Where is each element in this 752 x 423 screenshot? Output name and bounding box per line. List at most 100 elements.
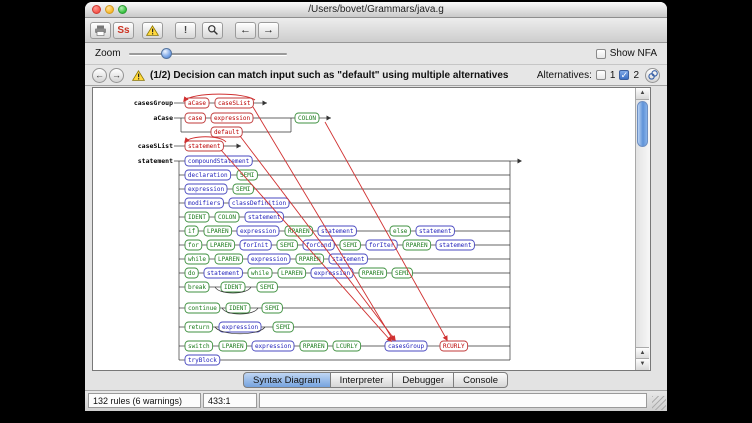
back-button[interactable]: ← [235,22,256,39]
svg-text:expression: expression [240,228,277,235]
svg-text:expression: expression [255,343,292,350]
svg-text:SEMI: SEMI [260,284,275,291]
forward-button[interactable]: → [258,22,279,39]
alternative-1-label: 1 [610,70,616,81]
svg-text:statement: statement [321,228,354,235]
printer-icon [94,25,107,36]
alternative-2-label: 2 [633,70,639,81]
svg-text:switch: switch [188,343,210,350]
svg-text:statement: statement [138,157,173,165]
svg-text:forInit: forInit [243,242,269,249]
svg-text:caseSList: caseSList [218,100,251,107]
svg-text:declaration: declaration [188,172,228,179]
link-button[interactable] [645,68,660,83]
tab-syntax-diagram[interactable]: Syntax Diagram [243,372,331,388]
svg-text:LCURLY: LCURLY [336,343,358,350]
svg-text:RCURLY: RCURLY [443,343,465,350]
vertical-scrollbar[interactable]: ▲ ▲ ▼ [635,88,650,370]
svg-text:LPAREN: LPAREN [281,270,303,277]
svg-text:forCond: forCond [306,242,332,249]
print-button[interactable] [90,22,111,39]
show-nfa-label: Show NFA [610,48,657,59]
scrollbar-thumb[interactable] [637,101,648,147]
warning-bar: ← → (1/2) Decision can match input such … [85,65,667,86]
title-bar[interactable]: /Users/bovet/Grammars/java.g [85,2,667,18]
syntax-diagram: aCasecaseSListcaseexpressionCOLONdefault… [95,90,637,368]
alternative-2-checkbox[interactable]: ✓ [619,70,629,80]
scroll-up-arrow[interactable]: ▲ [636,88,649,100]
svg-text:tryBlock: tryBlock [188,357,217,364]
show-nfa-group: Show NFA [596,48,657,59]
tab-debugger[interactable]: Debugger [392,372,454,388]
svg-text:LPAREN: LPAREN [210,242,232,249]
svg-text:IDENT: IDENT [224,284,242,291]
svg-text:COLON: COLON [298,115,316,122]
svg-text:statement: statement [332,256,365,263]
check-grammar-button[interactable] [142,22,163,39]
warning-icon [132,70,145,81]
alternatives-label: Alternatives: [537,70,592,81]
debug-button[interactable]: ! [175,22,196,39]
svg-text:IDENT: IDENT [229,305,247,312]
warning-icon [146,25,159,36]
zoom-slider[interactable] [129,48,287,60]
svg-text:for: for [188,242,199,249]
svg-text:casesGroup: casesGroup [134,99,173,107]
svg-text:classDefinition: classDefinition [232,200,287,207]
svg-text:LPAREN: LPAREN [222,343,244,350]
tab-interpreter[interactable]: Interpreter [330,372,394,388]
status-message-field [259,393,647,408]
svg-text:COLON: COLON [218,214,236,221]
svg-text:case: case [188,115,203,122]
svg-text:RPAREN: RPAREN [303,343,325,350]
antlrworks-window: /Users/bovet/Grammars/java.g Ss ! ← → Zo… [85,2,667,411]
svg-text:while: while [251,270,269,277]
svg-text:SEMI: SEMI [280,242,295,249]
resize-grip[interactable] [652,396,666,410]
window-controls [92,5,127,14]
syntax-color-button[interactable]: Ss [113,22,134,39]
svg-text:SEMI: SEMI [236,186,251,193]
svg-text:statement: statement [419,228,452,235]
svg-text:LPAREN: LPAREN [218,256,240,263]
alternatives-group: Alternatives: 1 ✓ 2 [537,68,660,83]
svg-text:break: break [188,284,206,291]
magnifier-icon [207,24,219,36]
svg-text:SEMI: SEMI [265,305,280,312]
svg-text:expression: expression [251,256,288,263]
svg-text:modifiers: modifiers [188,200,221,207]
svg-text:LPAREN: LPAREN [207,228,229,235]
close-button[interactable] [92,5,101,14]
svg-text:statement: statement [188,143,221,150]
scroll-down-arrow[interactable]: ▼ [636,358,649,370]
svg-text:continue: continue [188,305,217,312]
svg-text:caseSList: caseSList [138,142,173,150]
next-warning-button[interactable]: → [109,68,124,83]
zoom-bar: Zoom Show NFA [85,43,667,65]
svg-text:casesGroup: casesGroup [388,343,425,350]
svg-text:SEMI: SEMI [343,242,358,249]
show-nfa-checkbox[interactable] [596,49,606,59]
svg-text:if: if [188,228,196,235]
svg-text:while: while [188,256,206,263]
view-tabs: Syntax DiagramInterpreterDebuggerConsole [85,371,667,389]
svg-text:IDENT: IDENT [188,214,206,221]
svg-text:forIter: forIter [369,242,395,249]
svg-text:else: else [393,228,408,235]
tab-console[interactable]: Console [453,372,508,388]
link-icon [647,69,659,81]
find-button[interactable] [202,22,223,39]
rules-count-field: 132 rules (6 warnings) [88,393,201,408]
zoom-slider-knob[interactable] [161,48,172,59]
toolbar: Ss ! ← → [85,18,667,43]
alternative-1-checkbox[interactable] [596,70,606,80]
svg-text:RPAREN: RPAREN [362,270,384,277]
syntax-diagram-canvas[interactable]: aCasecaseSListcaseexpressionCOLONdefault… [92,87,651,371]
svg-text:RPAREN: RPAREN [406,242,428,249]
zoom-button[interactable] [118,5,127,14]
warning-message: (1/2) Decision can match input such as "… [150,70,508,81]
svg-text:statement: statement [439,242,472,249]
minimize-button[interactable] [105,5,114,14]
prev-warning-button[interactable]: ← [92,68,107,83]
svg-text:return: return [188,324,210,331]
